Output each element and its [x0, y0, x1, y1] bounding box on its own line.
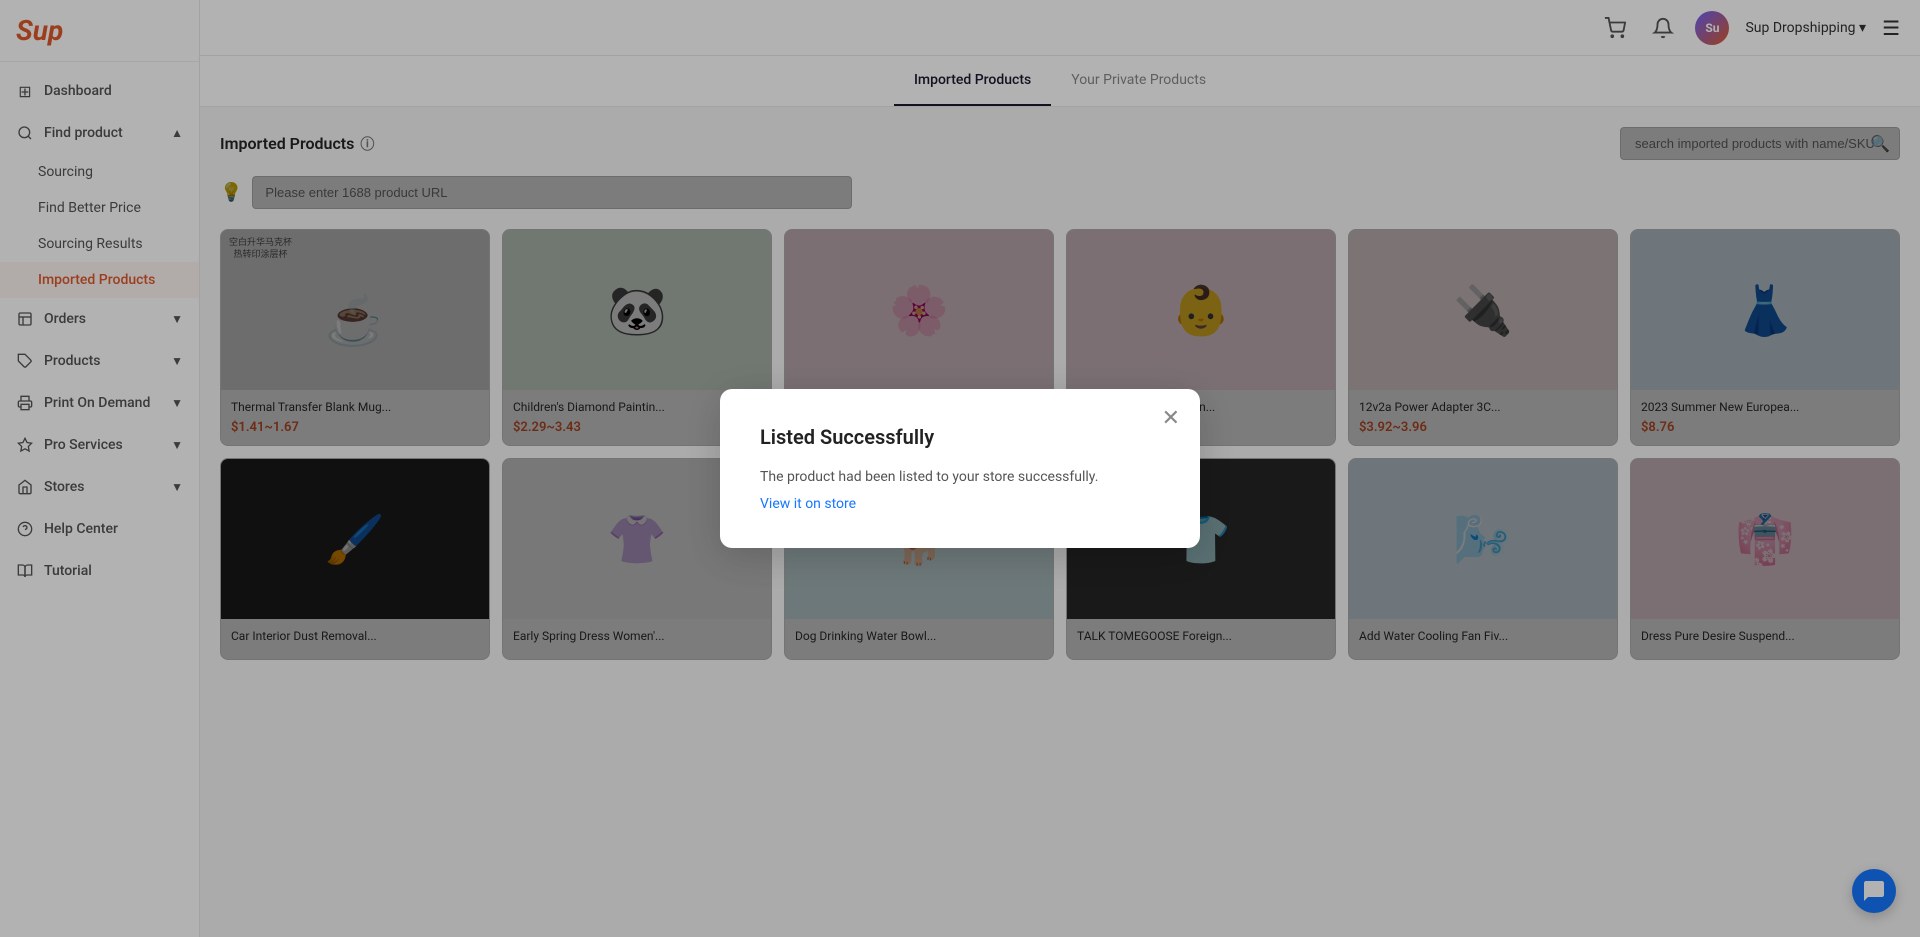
modal-description: The product had been listed to your stor… [760, 469, 1160, 485]
modal: ✕ Listed Successfully The product had be… [720, 389, 1200, 548]
modal-title: Listed Successfully [760, 425, 1160, 449]
view-on-store-link[interactable]: View it on store [760, 496, 856, 512]
modal-close-button[interactable]: ✕ [1162, 405, 1180, 431]
close-icon: ✕ [1162, 405, 1180, 430]
modal-overlay[interactable]: ✕ Listed Successfully The product had be… [0, 0, 1920, 937]
